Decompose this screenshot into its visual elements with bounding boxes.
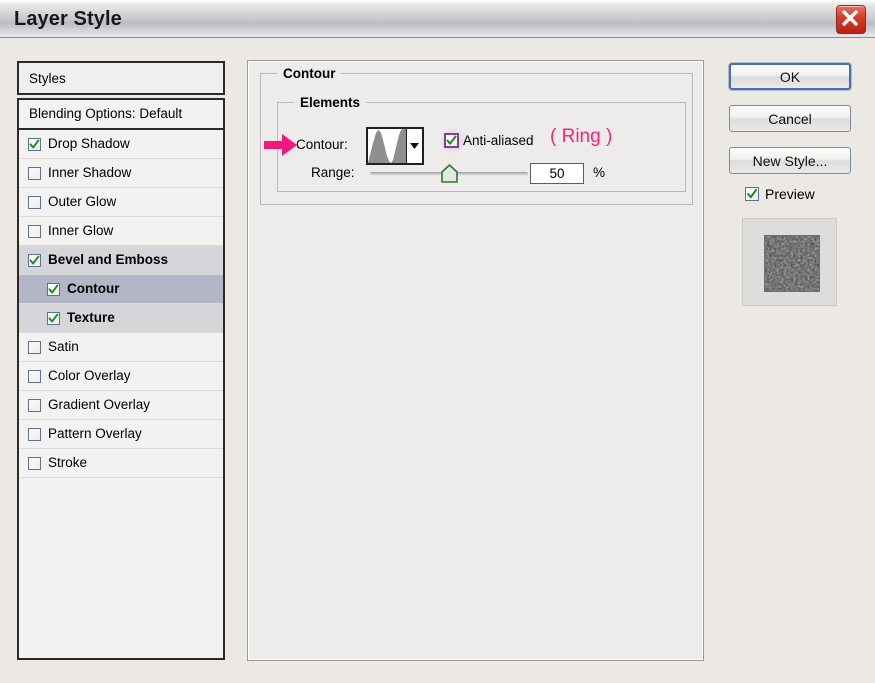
list-item-inner-glow[interactable]: Inner Glow: [19, 217, 223, 246]
chevron-down-icon: [410, 143, 419, 149]
list-item-color-overlay[interactable]: Color Overlay: [19, 362, 223, 391]
title-bar-highlight: [0, 0, 875, 3]
range-slider-thumb[interactable]: [441, 164, 458, 183]
list-item-label: Bevel and Emboss: [48, 253, 168, 267]
elements-group-title: Elements: [294, 95, 366, 110]
effect-checkbox[interactable]: [28, 254, 41, 267]
list-item-label: Texture: [67, 311, 115, 325]
contour-field-label: Contour:: [296, 137, 348, 152]
title-bar: Layer Style: [0, 0, 875, 38]
list-item-label: Outer Glow: [48, 195, 116, 209]
checkmark-icon: [446, 135, 457, 146]
list-item-label: Contour: [67, 282, 119, 296]
styles-list-empty-space: [19, 478, 223, 518]
anti-aliased-label: Anti-aliased: [463, 133, 534, 148]
list-item-texture[interactable]: Texture: [19, 304, 223, 333]
styles-list-header: Styles: [17, 61, 225, 95]
list-item-label: Color Overlay: [48, 369, 131, 383]
ring-annotation-text: ( Ring ): [550, 126, 612, 148]
list-item-label: Stroke: [48, 456, 87, 470]
list-item-label: Pattern Overlay: [48, 427, 142, 441]
list-item-gradient-overlay[interactable]: Gradient Overlay: [19, 391, 223, 420]
preview-checkbox-box[interactable]: [745, 187, 759, 201]
anti-aliased-checkbox[interactable]: Anti-aliased: [444, 133, 534, 148]
styles-header-label: Styles: [29, 71, 66, 86]
pink-pointer-arrow-icon: [264, 133, 298, 157]
contour-preset-picker[interactable]: [366, 127, 424, 165]
elements-group-box: Elements Contour:: [277, 102, 686, 192]
effect-checkbox[interactable]: [47, 283, 60, 296]
preview-label: Preview: [765, 186, 815, 202]
effect-checkbox[interactable]: [28, 341, 41, 354]
close-button[interactable]: [836, 5, 866, 34]
range-percent-symbol: %: [593, 165, 605, 180]
close-x-icon: [837, 6, 863, 31]
checkmark-icon: [29, 139, 40, 150]
styles-list[interactable]: Blending Options: Default Drop Shadow Inn…: [17, 98, 225, 660]
effect-checkbox[interactable]: [28, 225, 41, 238]
blending-options-label: Blending Options: Default: [29, 107, 182, 121]
effect-checkbox[interactable]: [47, 312, 60, 325]
contour-dropdown-arrow[interactable]: [406, 129, 422, 163]
list-item-pattern-overlay[interactable]: Pattern Overlay: [19, 420, 223, 449]
list-item-blending-options[interactable]: Blending Options: Default: [19, 100, 223, 130]
list-item-satin[interactable]: Satin: [19, 333, 223, 362]
checkmark-icon: [48, 284, 59, 295]
anti-aliased-checkbox-box[interactable]: [444, 133, 459, 148]
effect-checkbox[interactable]: [28, 370, 41, 383]
list-item-label: Satin: [48, 340, 79, 354]
list-item-label: Inner Glow: [48, 224, 113, 238]
ring-contour-curve-icon: [368, 129, 406, 163]
effect-checkbox[interactable]: [28, 167, 41, 180]
preview-checkbox[interactable]: Preview: [745, 186, 815, 202]
layer-style-dialog: Layer Style Styles Blending Options: Def…: [0, 0, 875, 683]
checkmark-icon: [48, 313, 59, 324]
ok-button[interactable]: OK: [729, 63, 851, 90]
effect-checkbox[interactable]: [28, 457, 41, 470]
effect-checkbox[interactable]: [28, 196, 41, 209]
list-item-contour[interactable]: Contour: [19, 275, 223, 304]
preview-thumbnail-panel: [742, 218, 837, 306]
list-item-label: Gradient Overlay: [48, 398, 150, 412]
range-value-input[interactable]: 50: [530, 163, 584, 184]
checkmark-icon: [746, 188, 758, 200]
contour-group-box: Contour Elements Contour:: [260, 73, 693, 205]
new-style-button[interactable]: New Style...: [729, 147, 851, 174]
texture-noise-thumbnail-icon: [764, 235, 820, 292]
list-item-inner-shadow[interactable]: Inner Shadow: [19, 159, 223, 188]
effect-checkbox[interactable]: [28, 428, 41, 441]
list-item-label: Drop Shadow: [48, 137, 130, 151]
list-item-stroke[interactable]: Stroke: [19, 449, 223, 478]
cancel-button[interactable]: Cancel: [729, 105, 851, 132]
list-item-outer-glow[interactable]: Outer Glow: [19, 188, 223, 217]
contour-group-title: Contour: [277, 66, 341, 81]
window-title: Layer Style: [14, 8, 122, 31]
effect-checkbox[interactable]: [28, 138, 41, 151]
main-content-panel: Contour Elements Contour:: [247, 60, 704, 661]
list-item-bevel-and-emboss[interactable]: Bevel and Emboss: [19, 246, 223, 275]
effect-checkbox[interactable]: [28, 399, 41, 412]
checkmark-icon: [29, 255, 40, 266]
list-item-label: Inner Shadow: [48, 166, 131, 180]
list-item-drop-shadow[interactable]: Drop Shadow: [19, 130, 223, 159]
range-field-label: Range:: [311, 165, 355, 180]
